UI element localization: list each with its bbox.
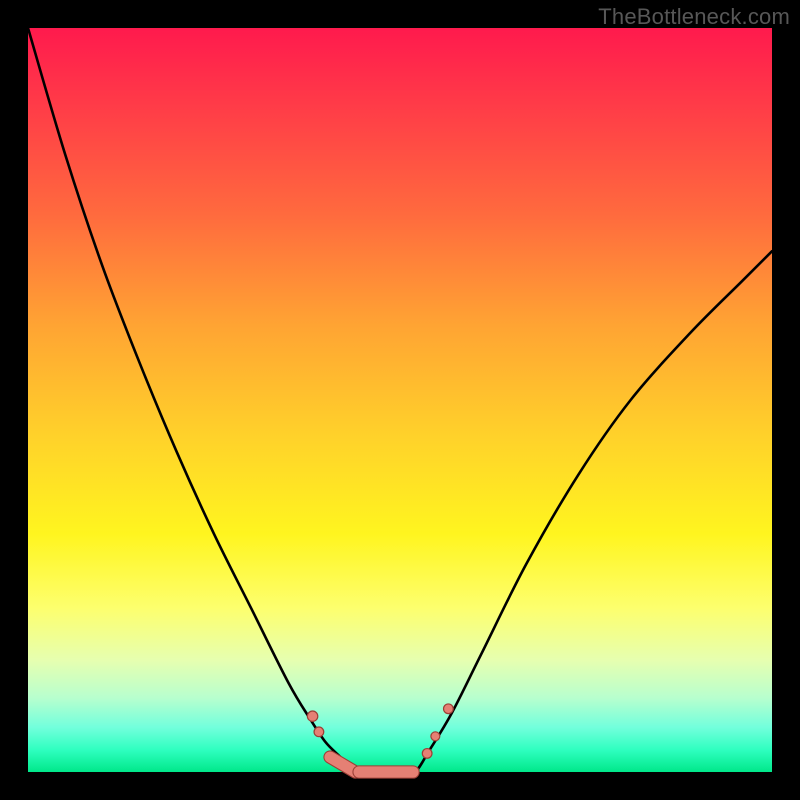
bottleneck-curve bbox=[28, 28, 772, 774]
chart-svg bbox=[28, 28, 772, 772]
plot-area bbox=[28, 28, 772, 772]
outer-frame: TheBottleneck.com bbox=[0, 0, 800, 800]
watermark-text: TheBottleneck.com bbox=[598, 4, 790, 30]
curve-markers bbox=[307, 704, 453, 772]
